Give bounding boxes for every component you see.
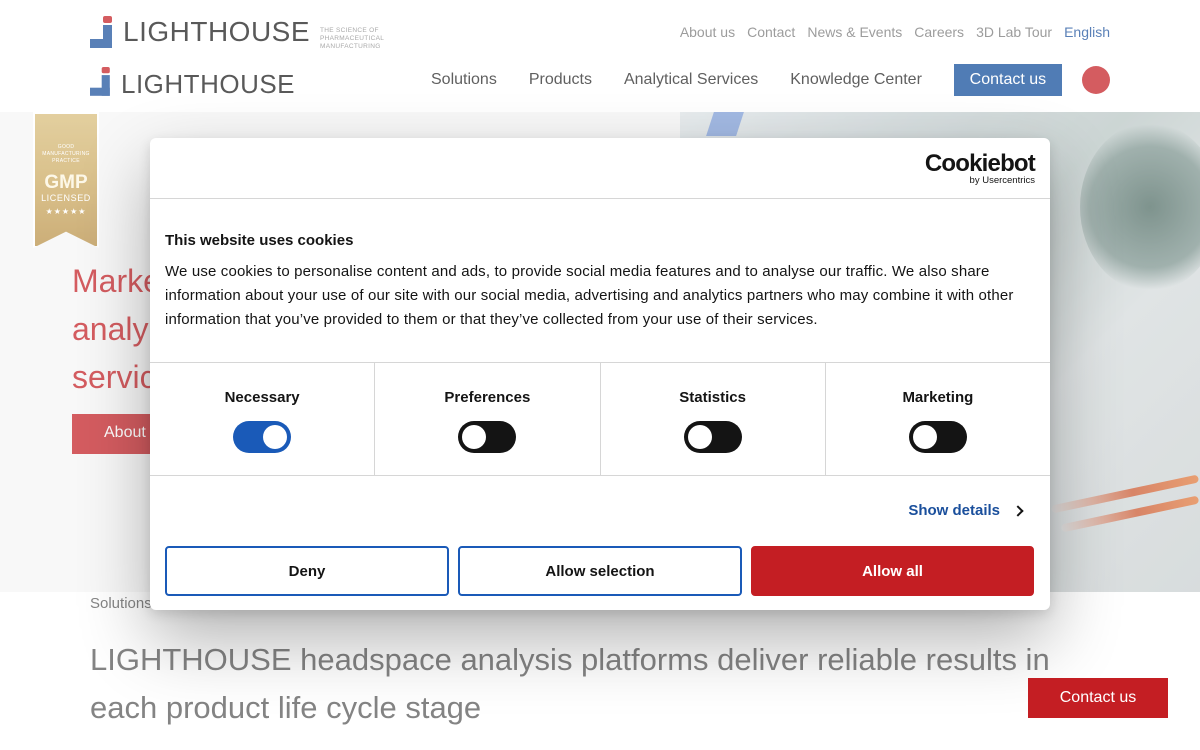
preferences-toggle[interactable] <box>458 421 517 453</box>
toggle-cell-necessary: Necessary <box>150 363 376 475</box>
cookie-dialog-body: We use cookies to personalise content an… <box>165 263 1014 328</box>
toggle-cell-marketing: Marketing <box>826 363 1050 475</box>
cookiebot-logo[interactable]: Cookiebot by Usercentrics <box>924 150 1036 187</box>
allow-all-button[interactable]: Allow all <box>751 546 1034 596</box>
allow-selection-button[interactable]: Allow selection <box>458 546 742 596</box>
toggle-cell-preferences: Preferences <box>375 363 601 475</box>
cookie-dialog-header: Cookiebot by Usercentrics <box>150 138 1050 199</box>
show-details-link[interactable]: Show details <box>908 502 1024 519</box>
toggle-label-marketing: Marketing <box>902 389 974 406</box>
floating-contact-button[interactable]: Contact us <box>1028 678 1168 718</box>
chevron-right-icon <box>1012 504 1024 517</box>
cookie-dialog-title: This website uses cookies <box>165 232 354 249</box>
toggle-cell-statistics: Statistics <box>601 363 826 475</box>
cookiebot-brand: Cookiebot <box>924 150 1036 177</box>
toggle-label-statistics: Statistics <box>679 389 746 406</box>
show-details-label: Show details <box>908 502 1000 519</box>
toggle-label-necessary: Necessary <box>224 389 300 406</box>
cookie-category-toggles: Necessary Preferences Statistics Marketi… <box>150 362 1050 476</box>
statistics-toggle[interactable] <box>683 421 742 453</box>
necessary-toggle[interactable] <box>233 421 292 453</box>
marketing-toggle[interactable] <box>908 421 967 453</box>
cookie-consent-dialog: Cookiebot by Usercentrics This website u… <box>150 138 1050 610</box>
toggle-label-preferences: Preferences <box>444 389 531 406</box>
deny-button[interactable]: Deny <box>165 546 449 596</box>
